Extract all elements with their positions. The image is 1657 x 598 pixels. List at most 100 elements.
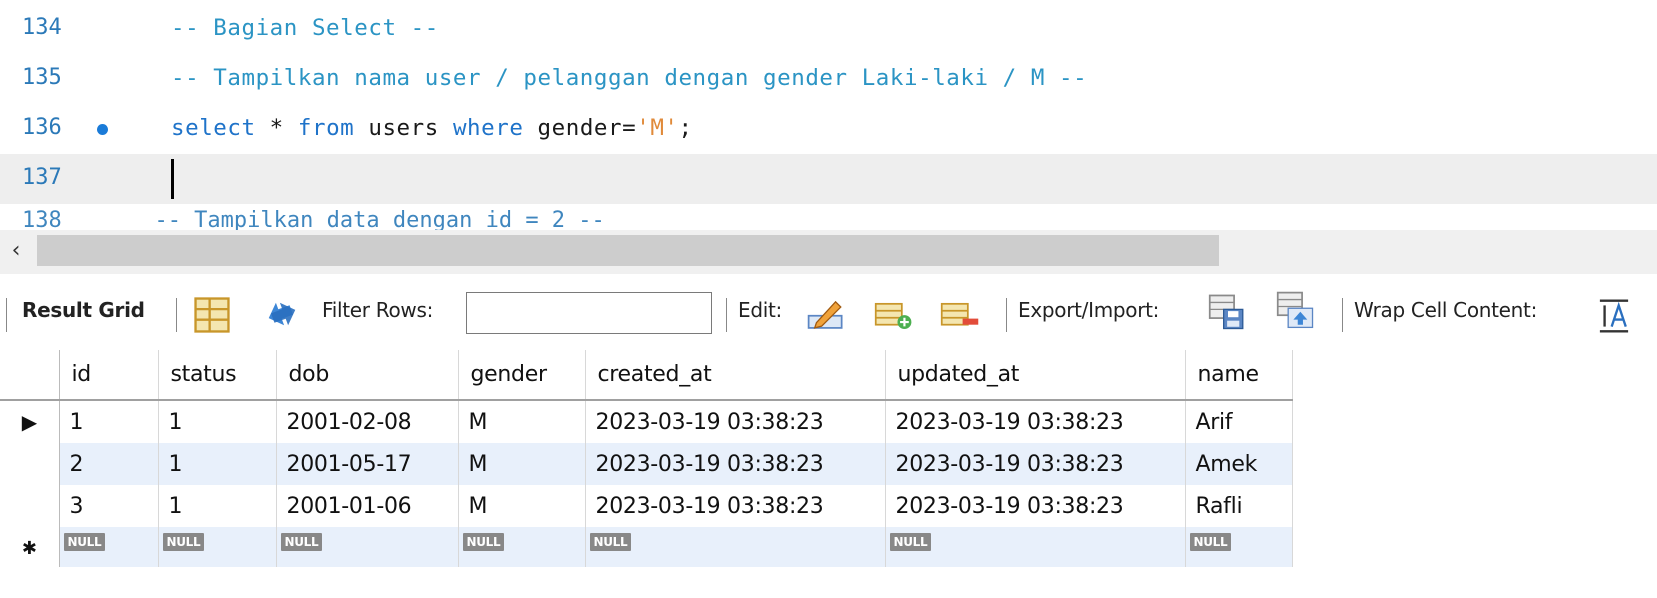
code-token: 'M' xyxy=(636,115,679,141)
editor-line-137[interactable]: 137 xyxy=(0,154,1657,204)
code-text[interactable]: select * from users where gender='M'; xyxy=(171,115,693,141)
table-row[interactable]: 2 1 2001-05-17 M 2023-03-19 03:38:23 202… xyxy=(0,443,1293,485)
column-header-name[interactable]: name xyxy=(1185,350,1293,401)
table-cell[interactable]: 2023-03-19 03:38:23 xyxy=(585,443,886,485)
table-cell[interactable]: 2023-03-19 03:38:23 xyxy=(585,400,886,443)
table-cell[interactable]: 2001-05-17 xyxy=(276,443,459,485)
table-cell[interactable]: NULL xyxy=(59,527,159,567)
result-grid[interactable]: id status dob gender created_at updated_… xyxy=(0,350,1293,567)
table-cell[interactable]: Arif xyxy=(1185,400,1293,443)
editor-line-136[interactable]: 136 select * from users where gender='M'… xyxy=(0,104,1657,154)
code-token: from xyxy=(297,115,355,141)
code-token: where xyxy=(452,115,524,141)
edit-label-wrap: Edit: xyxy=(738,280,782,340)
edit-pencil-icon[interactable] xyxy=(806,294,846,334)
editor-line-134[interactable]: 134 -- Bagian Select -- xyxy=(0,4,1657,54)
code-token: users xyxy=(354,115,453,141)
column-header-status[interactable]: status xyxy=(158,350,277,401)
table-cell[interactable]: 1 xyxy=(158,485,277,527)
line-number: 137 xyxy=(22,165,62,190)
null-badge: NULL xyxy=(462,533,505,551)
refresh-icon[interactable] xyxy=(262,294,302,334)
filter-rows-input[interactable] xyxy=(466,292,712,334)
grid-header-row: id status dob gender created_at updated_… xyxy=(0,350,1293,401)
table-cell[interactable]: 2001-02-08 xyxy=(276,400,459,443)
result-grid-tab[interactable]: Result Grid xyxy=(22,280,145,340)
result-toolbar: Result Grid Filter Rows: Edit: Export/Im… xyxy=(0,280,1657,340)
filter-rows-label: Filter Rows: xyxy=(322,298,434,322)
table-cell[interactable]: 2 xyxy=(59,443,159,485)
text-caret xyxy=(171,159,174,199)
toolbar-separator xyxy=(726,298,727,332)
edit-label: Edit: xyxy=(738,298,782,322)
table-cell[interactable]: 2023-03-19 03:38:23 xyxy=(885,443,1186,485)
horizontal-scrollbar[interactable]: ‹ xyxy=(0,230,1657,274)
new-row-asterisk-icon: ✱ xyxy=(21,537,37,559)
new-row[interactable]: ✱ NULL NULL NULL NULL NULL NULL NULL xyxy=(0,527,1293,567)
code-token: gender= xyxy=(523,115,637,141)
toolbar-separator xyxy=(1342,298,1343,332)
line-number: 136 xyxy=(22,115,62,140)
table-cell[interactable]: 2023-03-19 03:38:23 xyxy=(885,485,1186,527)
current-row-arrow-icon: ▶ xyxy=(21,409,37,434)
table-cell[interactable]: M xyxy=(458,400,586,443)
table-cell[interactable]: NULL xyxy=(885,527,1186,567)
code-token: -- Bagian Select -- xyxy=(171,15,439,41)
wrap-cell-label-wrap: Wrap Cell Content: xyxy=(1354,280,1537,340)
toolbar-separator xyxy=(1006,298,1007,332)
table-cell[interactable]: 2001-01-06 xyxy=(276,485,459,527)
toolbar-separator xyxy=(176,298,177,332)
table-cell[interactable]: M xyxy=(458,485,586,527)
column-header-created-at[interactable]: created_at xyxy=(585,350,886,401)
table-cell[interactable]: NULL xyxy=(158,527,277,567)
grid-view-icon[interactable] xyxy=(192,295,232,335)
add-row-icon[interactable] xyxy=(874,296,914,336)
null-badge: NULL xyxy=(589,533,632,551)
editor-line-135[interactable]: 135 -- Tampilkan nama user / pelanggan d… xyxy=(0,54,1657,104)
editor-line-partial: 138 -- Tampilkan data dengan id = 2 -- xyxy=(22,208,605,230)
line-number: 134 xyxy=(22,15,62,40)
export-icon[interactable] xyxy=(1208,292,1248,332)
row-selector[interactable] xyxy=(0,485,60,527)
scrollbar-thumb[interactable] xyxy=(37,235,1219,266)
code-token: * xyxy=(255,115,298,141)
table-cell[interactable]: 1 xyxy=(59,400,159,443)
statement-marker-icon[interactable] xyxy=(97,124,108,135)
scroll-left-icon[interactable]: ‹ xyxy=(2,236,30,266)
table-row[interactable]: 3 1 2001-01-06 M 2023-03-19 03:38:23 202… xyxy=(0,485,1293,527)
column-header-updated-at[interactable]: updated_at xyxy=(885,350,1186,401)
line-number: 135 xyxy=(22,65,62,90)
wrap-cell-label: Wrap Cell Content: xyxy=(1354,298,1538,322)
delete-row-icon[interactable] xyxy=(940,296,980,336)
code-token: ; xyxy=(678,115,693,141)
table-cell[interactable]: M xyxy=(458,443,586,485)
row-selector[interactable]: ✱ xyxy=(0,527,60,567)
table-row[interactable]: ▶ 1 1 2001-02-08 M 2023-03-19 03:38:23 2… xyxy=(0,400,1293,443)
table-cell[interactable]: 1 xyxy=(158,443,277,485)
table-cell[interactable]: 3 xyxy=(59,485,159,527)
result-grid-label: Result Grid xyxy=(22,298,145,322)
column-header-dob[interactable]: dob xyxy=(276,350,459,401)
column-header-id[interactable]: id xyxy=(59,350,159,401)
table-cell[interactable]: NULL xyxy=(458,527,586,567)
row-selector[interactable]: ▶ xyxy=(0,400,60,443)
table-cell[interactable]: 2023-03-19 03:38:23 xyxy=(585,485,886,527)
filter-rows-label-wrap: Filter Rows: xyxy=(322,280,433,340)
null-badge: NULL xyxy=(162,533,205,551)
sql-editor[interactable]: 134 -- Bagian Select -- 135 -- Tampilkan… xyxy=(0,0,1657,230)
table-cell[interactable]: NULL xyxy=(1185,527,1293,567)
column-header-gender[interactable]: gender xyxy=(458,350,586,401)
table-cell[interactable]: Rafli xyxy=(1185,485,1293,527)
null-badge: NULL xyxy=(63,533,106,551)
row-selector[interactable] xyxy=(0,443,60,485)
table-cell[interactable]: NULL xyxy=(276,527,459,567)
code-text[interactable]: -- Tampilkan nama user / pelanggan denga… xyxy=(171,65,1087,91)
import-icon[interactable] xyxy=(1276,290,1316,330)
toolbar-separator xyxy=(6,298,7,332)
table-cell[interactable]: 2023-03-19 03:38:23 xyxy=(885,400,1186,443)
wrap-cell-icon[interactable] xyxy=(1594,296,1634,336)
table-cell[interactable]: NULL xyxy=(585,527,886,567)
code-text[interactable]: -- Bagian Select -- xyxy=(171,15,439,41)
table-cell[interactable]: Amek xyxy=(1185,443,1293,485)
table-cell[interactable]: 1 xyxy=(158,400,277,443)
